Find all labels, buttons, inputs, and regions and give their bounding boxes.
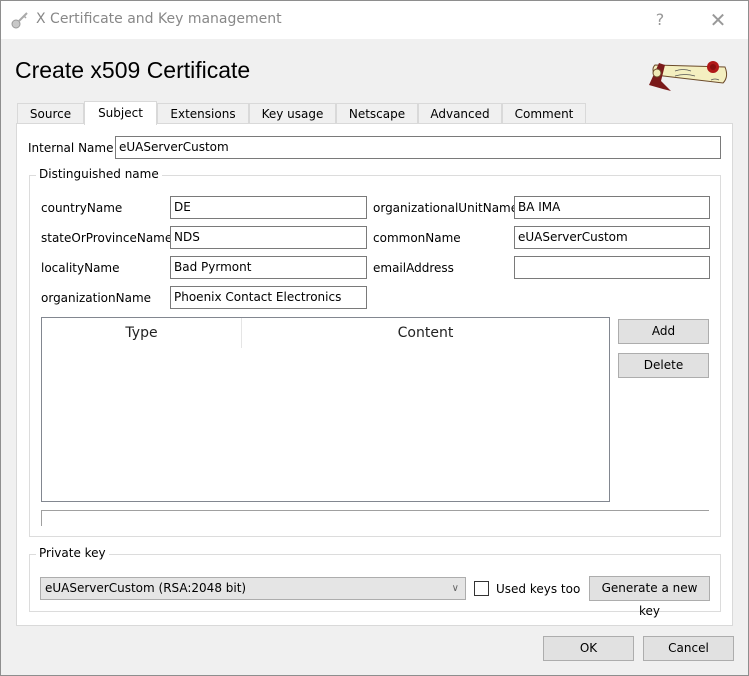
- country-name-input[interactable]: DE: [170, 196, 367, 219]
- internal-name-input[interactable]: eUAServerCustom: [115, 136, 721, 159]
- used-keys-checkbox[interactable]: [474, 581, 489, 596]
- organization-input[interactable]: Phoenix Contact Electronics: [170, 286, 367, 309]
- tab-source[interactable]: Source: [17, 103, 84, 124]
- window-title: X Certificate and Key management: [36, 11, 282, 27]
- page-title: Create x509 Certificate: [15, 57, 251, 83]
- subject-tab-pane: Internal Name eUAServerCustom Distinguis…: [16, 123, 733, 626]
- email-label: emailAddress: [373, 261, 454, 275]
- help-button[interactable]: ?: [645, 7, 675, 33]
- column-header-content[interactable]: Content: [242, 318, 609, 348]
- add-entry-button[interactable]: Add: [618, 319, 709, 344]
- tab-key-usage[interactable]: Key usage: [249, 103, 336, 124]
- locality-label: localityName: [41, 261, 120, 275]
- distinguished-name-title: Distinguished name: [36, 167, 162, 181]
- certificate-scroll-logo: [649, 61, 728, 91]
- distinguished-name-group: Distinguished name countryName DE stateO…: [29, 167, 721, 537]
- tab-subject[interactable]: Subject: [84, 101, 157, 125]
- org-unit-label: organizationalUnitName: [373, 201, 519, 215]
- locality-input[interactable]: Bad Pyrmont: [170, 256, 367, 279]
- private-key-group: Private key eUAServerCustom (RSA:2048 bi…: [29, 546, 721, 618]
- title-bar: X Certificate and Key management ? ✕: [1, 1, 748, 39]
- tab-comment[interactable]: Comment: [502, 103, 586, 124]
- column-header-type[interactable]: Type: [42, 318, 241, 348]
- private-key-selected: eUAServerCustom (RSA:2048 bit): [45, 581, 247, 595]
- organization-label: organizationName: [41, 291, 152, 305]
- private-key-title: Private key: [36, 546, 109, 560]
- org-unit-input[interactable]: BA IMA: [514, 196, 710, 219]
- common-name-input[interactable]: eUAServerCustom: [514, 226, 710, 249]
- chevron-down-icon: ∨: [451, 583, 459, 594]
- horizontal-scrollbar[interactable]: [41, 510, 709, 526]
- tab-advanced[interactable]: Advanced: [418, 103, 502, 124]
- country-name-label: countryName: [41, 201, 123, 215]
- state-label: stateOrProvinceName: [41, 231, 173, 245]
- internal-name-label: Internal Name: [28, 141, 114, 155]
- email-input[interactable]: [514, 256, 710, 279]
- common-name-label: commonName: [373, 231, 461, 245]
- dialog-window: X Certificate and Key management ? ✕ Cre…: [0, 0, 749, 676]
- state-input[interactable]: NDS: [170, 226, 367, 249]
- delete-entry-button[interactable]: Delete: [618, 353, 709, 378]
- generate-key-button[interactable]: Generate a new key: [589, 576, 710, 618]
- extra-dn-entries-table[interactable]: Type Content: [41, 317, 610, 502]
- used-keys-label[interactable]: Used keys too: [496, 582, 580, 596]
- ok-button[interactable]: OK: [543, 636, 634, 661]
- key-icon: [11, 12, 28, 29]
- close-button[interactable]: ✕: [703, 7, 733, 33]
- cancel-button[interactable]: Cancel: [643, 636, 734, 661]
- tab-netscape[interactable]: Netscape: [336, 103, 418, 124]
- tab-extensions[interactable]: Extensions: [157, 103, 249, 124]
- private-key-select[interactable]: eUAServerCustom (RSA:2048 bit) ∨: [40, 577, 466, 600]
